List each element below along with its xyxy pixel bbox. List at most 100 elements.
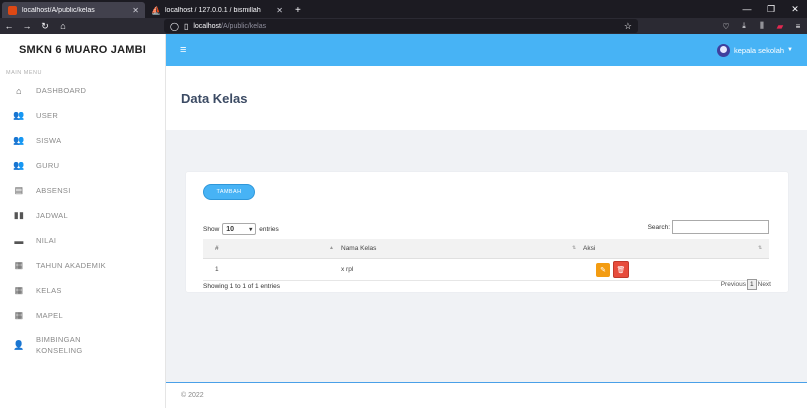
app-topbar: ≡ kepala sekolah ▼ bbox=[166, 34, 807, 66]
sidebar-item-guru[interactable]: 👥 GURU bbox=[0, 153, 165, 178]
sort-asc-icon: ▲ bbox=[329, 245, 334, 251]
list-icon: ▬ bbox=[14, 235, 24, 246]
brand-title: SMKN 6 MUARO JAMBI bbox=[18, 44, 147, 56]
pocket-icon[interactable]: ♡ bbox=[717, 22, 735, 31]
back-icon[interactable]: ← bbox=[0, 21, 18, 31]
sidebar-item-label: MAPEL bbox=[36, 311, 63, 320]
table-row: 1 x rpl ✎ 🗑 bbox=[203, 259, 769, 281]
pagination-page-1[interactable]: 1 bbox=[747, 279, 757, 290]
library-icon[interactable]: ⫼ bbox=[753, 21, 771, 31]
pagination-previous[interactable]: Previous bbox=[721, 281, 746, 288]
reload-icon[interactable]: ↻ bbox=[36, 21, 54, 32]
sidebar-item-dashboard[interactable]: ⌂ DASHBOARD bbox=[0, 78, 165, 103]
user-tie-icon: 👤 bbox=[13, 339, 25, 350]
browser-tab-kelas[interactable]: localhost/A/public/kelas ✕ bbox=[2, 2, 145, 18]
user-menu[interactable]: kepala sekolah ▼ bbox=[717, 43, 793, 57]
users-icon: 👥 bbox=[13, 160, 25, 170]
calendar-icon: ▦ bbox=[14, 310, 24, 320]
close-icon[interactable]: ✕ bbox=[132, 6, 139, 15]
tab-title: localhost / 127.0.0.1 / bismillah bbox=[165, 6, 261, 14]
column-header-number[interactable]: # bbox=[215, 245, 219, 252]
url-bar[interactable]: ◯ ▯ localhost/A/public/kelas ☆ bbox=[164, 19, 638, 33]
pencil-icon: ✎ bbox=[600, 267, 606, 274]
avatar bbox=[717, 43, 730, 57]
download-icon[interactable]: ⤓ bbox=[735, 21, 753, 31]
show-label: Show bbox=[203, 225, 220, 233]
menu-heading: MAIN MENU bbox=[6, 70, 42, 76]
clipboard-icon: ▤ bbox=[14, 185, 24, 195]
sidebar-item-label: TAHUN AKADEMIK bbox=[36, 261, 106, 270]
calendar-icon: ▦ bbox=[14, 260, 24, 270]
sidebar-item-label: BIMBINGAN KONSELING bbox=[36, 335, 83, 355]
window-controls: — ❐ ✕ bbox=[735, 0, 807, 18]
sidebar: SMKN 6 MUARO JAMBI MAIN MENU ⌂ DASHBOARD … bbox=[0, 34, 166, 408]
hamburger-icon[interactable]: ≡ bbox=[180, 44, 186, 56]
menu-icon[interactable]: ≡ bbox=[789, 22, 807, 31]
shield-icon: ◯ bbox=[170, 21, 179, 31]
users-icon: 👥 bbox=[13, 135, 25, 145]
browser-nav-bar: ← → ↻ ⌂ ◯ ▯ localhost/A/public/kelas ☆ ♡… bbox=[0, 18, 807, 34]
entries-value: 10 bbox=[226, 225, 235, 233]
sidebar-item-jadwal[interactable]: ▮▮ JADWAL bbox=[0, 203, 165, 228]
sidebar-item-label: USER bbox=[36, 111, 59, 120]
page-title: Data Kelas bbox=[181, 90, 248, 106]
sidebar-item-user[interactable]: 👥 USER bbox=[0, 103, 165, 128]
url-path: /A/public/kelas bbox=[221, 22, 267, 30]
url-host: localhost bbox=[193, 22, 221, 30]
sidebar-item-mapel[interactable]: ▦ MAPEL bbox=[0, 303, 165, 328]
codeigniter-icon bbox=[8, 5, 17, 15]
data-card: TAMBAH Show 10 ▾ entries Search: # ▲ Nam… bbox=[186, 172, 788, 292]
edit-button[interactable]: ✎ bbox=[596, 263, 610, 277]
delete-button[interactable]: 🗑 bbox=[613, 261, 629, 278]
sort-icon: ⇅ bbox=[758, 245, 763, 251]
chevron-down-icon: ▾ bbox=[249, 226, 253, 233]
entries-label: entries bbox=[259, 225, 279, 233]
book-icon: ▮▮ bbox=[13, 210, 25, 220]
calendar-icon: ▦ bbox=[14, 285, 24, 295]
users-icon: 👥 bbox=[13, 110, 25, 120]
close-icon[interactable]: ✕ bbox=[276, 6, 283, 15]
table-info: Showing 1 to 1 of 1 entries bbox=[203, 283, 280, 290]
add-button[interactable]: TAMBAH bbox=[203, 184, 255, 200]
page-header: Data Kelas bbox=[166, 66, 807, 130]
sidebar-item-tahun-akademik[interactable]: ▦ TAHUN AKADEMIK bbox=[0, 253, 165, 278]
search-input[interactable] bbox=[672, 220, 769, 234]
table-header: # ▲ Nama Kelas ⇅ Aksi ⇅ bbox=[203, 239, 769, 259]
sort-icon: ⇅ bbox=[572, 245, 577, 251]
new-tab-button[interactable]: + bbox=[289, 2, 307, 18]
browser-toolbar: ♡ ⤓ ⫼ ▰ ≡ bbox=[717, 18, 807, 34]
bookmark-star-icon[interactable]: ☆ bbox=[624, 21, 632, 32]
home-icon[interactable]: ⌂ bbox=[54, 21, 72, 31]
restore-icon[interactable]: ❐ bbox=[759, 4, 783, 15]
column-header-aksi[interactable]: Aksi bbox=[583, 245, 595, 252]
sidebar-item-nilai[interactable]: ▬ NILAI bbox=[0, 228, 165, 253]
browser-tab-strip: localhost/A/public/kelas ✕ ⛵ localhost /… bbox=[0, 0, 807, 18]
sidebar-item-label: JADWAL bbox=[36, 211, 68, 220]
sidebar-item-kelas[interactable]: ▦ KELAS bbox=[0, 278, 165, 303]
entries-select[interactable]: 10 ▾ bbox=[222, 223, 257, 235]
column-header-nama-kelas[interactable]: Nama Kelas bbox=[341, 245, 376, 252]
sidebar-item-absensi[interactable]: ▤ ABSENSI bbox=[0, 178, 165, 203]
search-label: Search: bbox=[647, 223, 670, 231]
sidebar-item-label: NILAI bbox=[36, 236, 57, 245]
search-control: Search: bbox=[648, 220, 769, 234]
footer: © 2022 bbox=[166, 382, 807, 408]
sidebar-item-bimbingan-konseling[interactable]: 👤 BIMBINGAN KONSELING bbox=[0, 328, 165, 362]
forward-icon[interactable]: → bbox=[18, 21, 36, 31]
sidebar-item-label: ABSENSI bbox=[36, 186, 71, 195]
sidebar-item-label: SISWA bbox=[36, 136, 62, 145]
user-name: kepala sekolah bbox=[734, 45, 785, 55]
close-window-icon[interactable]: ✕ bbox=[783, 4, 807, 15]
browser-tab-phpmyadmin[interactable]: ⛵ localhost / 127.0.0.1 / bismillah ✕ bbox=[145, 2, 289, 18]
sidebar-item-label: KELAS bbox=[36, 286, 62, 295]
sidebar-item-label: DASHBOARD bbox=[36, 86, 87, 95]
extension-icon[interactable]: ▰ bbox=[771, 22, 789, 31]
cell-number: 1 bbox=[215, 266, 219, 273]
pagination-next[interactable]: Next bbox=[758, 281, 771, 288]
phpmyadmin-icon: ⛵ bbox=[151, 5, 161, 15]
entries-length-control: Show 10 ▾ entries bbox=[203, 223, 279, 235]
tab-title: localhost/A/public/kelas bbox=[22, 6, 95, 14]
sidebar-item-siswa[interactable]: 👥 SISWA bbox=[0, 128, 165, 153]
sidebar-item-label: GURU bbox=[36, 161, 60, 170]
minimize-icon[interactable]: — bbox=[735, 4, 759, 14]
